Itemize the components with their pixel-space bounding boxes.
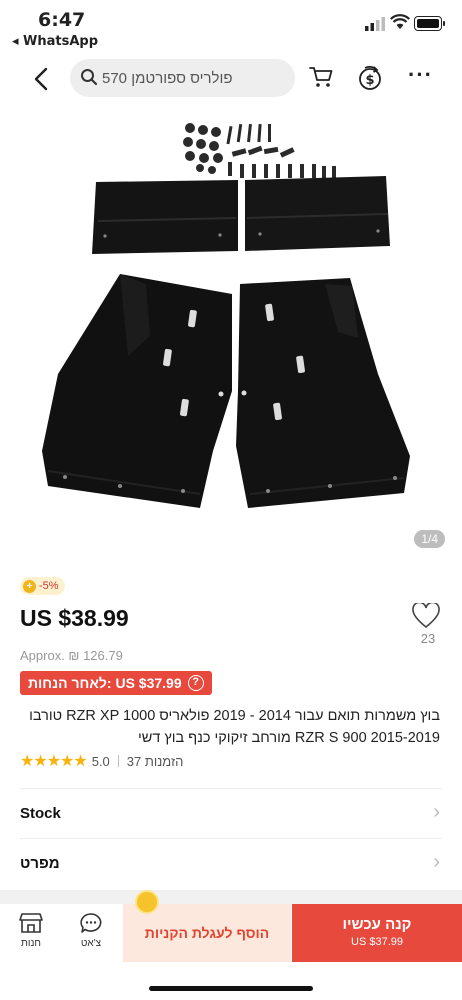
top-bar: פולריס ספורטמן 570 $ ··· [0, 52, 462, 106]
buy-now-button[interactable]: קנה עכשיו US $37.99 [292, 904, 462, 962]
svg-text:$: $ [365, 73, 374, 88]
question-icon[interactable]: ? [187, 675, 204, 691]
coupon-price-badge[interactable]: ? US $37.99 :לאחר הנחות [20, 671, 212, 695]
cellular-signal-icon [365, 17, 385, 31]
discount-badge-text: -5% [39, 580, 59, 592]
buy-now-label: קנה עכשיו [342, 916, 412, 933]
star-rating-icons: ★★★★★ [20, 753, 88, 770]
mud-flaps-photo [42, 123, 410, 508]
battery-icon [414, 16, 445, 31]
stock-row[interactable]: Stock › [20, 788, 442, 836]
chat-button[interactable]: צ'אט [69, 912, 113, 949]
status-bar: 6:47 ◂ WhatsApp [0, 0, 462, 52]
orders-count: 37 הזמנות [126, 753, 184, 769]
coin-plus-icon: + [23, 579, 36, 593]
product-price: US $38.99 [20, 605, 129, 631]
chat-label: צ'אט [80, 938, 102, 949]
product-title: בוץ משמרות תואם עבור 2014 - 2019 פולאריס… [29, 708, 440, 746]
store-button[interactable]: חנות [9, 912, 53, 949]
more-icon[interactable]: ··· [408, 62, 433, 88]
section-divider [0, 890, 462, 904]
coin-icon [135, 890, 159, 914]
status-time: 6:47 [38, 9, 86, 31]
store-label: חנות [21, 938, 41, 949]
heart-icon[interactable] [412, 603, 440, 629]
discount-badge: + -5% [20, 577, 65, 595]
chevron-left-icon[interactable] [26, 63, 58, 95]
specs-label: מפרט [20, 855, 60, 872]
back-to-whatsapp-link[interactable]: ◂ WhatsApp [12, 34, 98, 49]
approx-price: Approx. ₪ 126.79 [20, 648, 123, 663]
search-input[interactable]: פולריס ספורטמן 570 [70, 59, 295, 97]
rating-value: 5.0 [91, 753, 110, 769]
rating-row[interactable]: ★★★★★ 5.0 37 הזמנות [20, 752, 183, 770]
home-indicator [149, 986, 313, 991]
buy-now-price: US $37.99 [351, 936, 403, 948]
stock-label: Stock [20, 805, 61, 822]
search-icon [81, 69, 98, 86]
specs-row[interactable]: מפרט › [20, 838, 442, 886]
coin-dollar-icon[interactable]: $ [357, 64, 383, 92]
wifi-icon [390, 14, 410, 29]
wishlist-count: 23 [420, 631, 436, 646]
store-icon [19, 913, 43, 933]
image-counter: 1/4 [414, 530, 445, 548]
chevron-right-icon: › [433, 851, 440, 873]
bottom-action-bar: חנות צ'אט הוסף לעגלת הקניות קנה עכשיו US… [0, 904, 462, 962]
cart-icon[interactable] [308, 65, 334, 89]
coupon-price-text: US $37.99 :לאחר הנחות [28, 675, 182, 691]
product-image[interactable]: 1/4 [0, 106, 462, 566]
chevron-right-icon: › [433, 801, 440, 823]
search-query: פולריס ספורטמן 570 [102, 70, 233, 87]
divider [117, 755, 119, 767]
chat-icon [80, 913, 102, 933]
